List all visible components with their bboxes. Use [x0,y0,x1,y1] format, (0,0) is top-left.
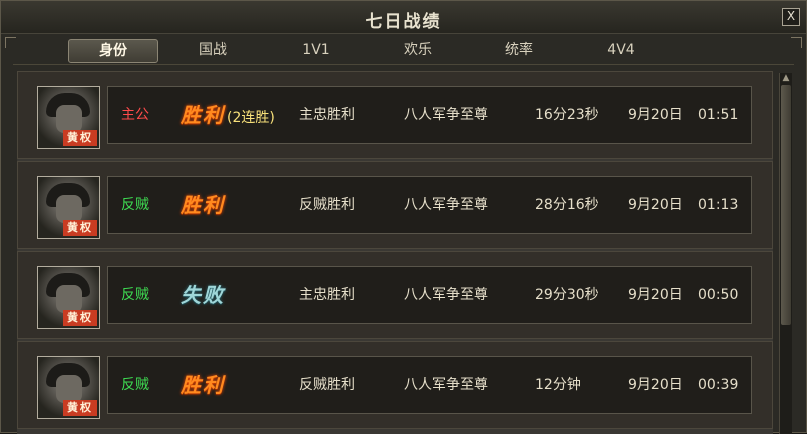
scroll-up-arrow-icon[interactable]: ▲ [780,73,792,83]
duration-label: 29分30秒 [535,287,599,303]
portrait-face [56,105,82,133]
win-streak: (2连胜) [227,110,275,126]
time-label: 00:50 [698,287,739,303]
time-label: 01:13 [698,197,739,213]
result-text: 胜利 [181,373,225,397]
result-text: 胜利 [181,193,225,217]
general-portrait-icon: 黄权 [37,266,100,329]
tab-bar: 身份 国战 1V1 欢乐 统率 4V4 [1,37,807,65]
window-title: 七日战绩 [365,12,442,32]
tab-divider [13,64,794,65]
result-label: 胜利 [181,357,225,413]
game-mode-label: 八人军争至尊 [404,197,488,213]
general-name-tag: 黄权 [63,310,97,326]
portrait-face [56,195,82,223]
outcome-label: 主忠胜利 [299,287,355,303]
tab-identity[interactable]: 身份 [68,39,158,63]
outcome-label: 反贼胜利 [299,377,355,393]
portrait-face [56,375,82,403]
record-row[interactable]: 黄权 反贼 失败 主忠胜利 八人军争至尊 29分30秒 9月20日 00:50 [17,251,773,339]
general-portrait-icon: 黄权 [37,356,100,419]
vertical-scrollbar[interactable]: ▲ [779,73,792,434]
game-mode-label: 八人军争至尊 [404,287,488,303]
duration-label: 12分钟 [535,377,581,393]
duration-label: 28分16秒 [535,197,599,213]
record-row[interactable]: 黄权 反贼 胜利 反贼胜利 八人军争至尊 12分钟 9月20日 00:39 [17,341,773,429]
general-name-tag: 黄权 [63,220,97,236]
date-label: 9月20日 [628,377,683,393]
identity-label: 反贼 [121,287,149,303]
general-portrait-icon: 黄权 [37,86,100,149]
result-label: 胜利 (2连胜) [181,87,275,143]
time-label: 01:51 [698,107,739,123]
date-label: 9月20日 [628,107,683,123]
identity-label: 反贼 [121,197,149,213]
time-label: 00:39 [698,377,739,393]
tab-1v1[interactable]: 1V1 [276,39,356,61]
close-button[interactable]: X [782,8,800,26]
outcome-label: 反贼胜利 [299,197,355,213]
date-label: 9月20日 [628,287,683,303]
title-bar: 七日战绩 X [1,1,806,34]
duration-label: 16分23秒 [535,107,599,123]
general-name-tag: 黄权 [63,400,97,416]
record-details: 主公 胜利 (2连胜) 主忠胜利 八人军争至尊 16分23秒 9月20日 01:5… [107,86,752,144]
identity-label: 主公 [121,107,149,123]
portrait-face [56,285,82,313]
scroll-thumb[interactable] [781,85,791,325]
battle-record-window: 七日战绩 X 身份 国战 1V1 欢乐 统率 4V4 黄权 主公 胜利 (2连胜)… [0,0,807,434]
tab-national-war[interactable]: 国战 [173,39,253,61]
game-mode-label: 八人军争至尊 [404,377,488,393]
record-details: 反贼 失败 主忠胜利 八人军争至尊 29分30秒 9月20日 00:50 [107,266,752,324]
tab-4v4[interactable]: 4V4 [581,39,661,61]
result-text: 失败 [181,283,225,307]
record-details: 反贼 胜利 反贼胜利 八人军争至尊 28分16秒 9月20日 01:13 [107,176,752,234]
record-details: 反贼 胜利 反贼胜利 八人军争至尊 12分钟 9月20日 00:39 [107,356,752,414]
general-portrait-icon: 黄权 [37,176,100,239]
record-list: 黄权 主公 胜利 (2连胜) 主忠胜利 八人军争至尊 16分23秒 9月20日 0… [17,71,773,434]
result-label: 失败 [181,267,225,323]
outcome-label: 主忠胜利 [299,107,355,123]
tab-command[interactable]: 统率 [479,39,559,61]
identity-label: 反贼 [121,377,149,393]
general-name-tag: 黄权 [63,130,97,146]
record-row[interactable]: 黄权 主公 胜利 (2连胜) 主忠胜利 八人军争至尊 16分23秒 9月20日 0… [17,71,773,159]
tab-fun[interactable]: 欢乐 [378,39,458,61]
game-mode-label: 八人军争至尊 [404,107,488,123]
record-row[interactable]: 黄权 反贼 胜利 反贼胜利 八人军争至尊 28分16秒 9月20日 01:13 [17,161,773,249]
result-label: 胜利 [181,177,225,233]
result-text: 胜利 [181,103,225,127]
date-label: 9月20日 [628,197,683,213]
